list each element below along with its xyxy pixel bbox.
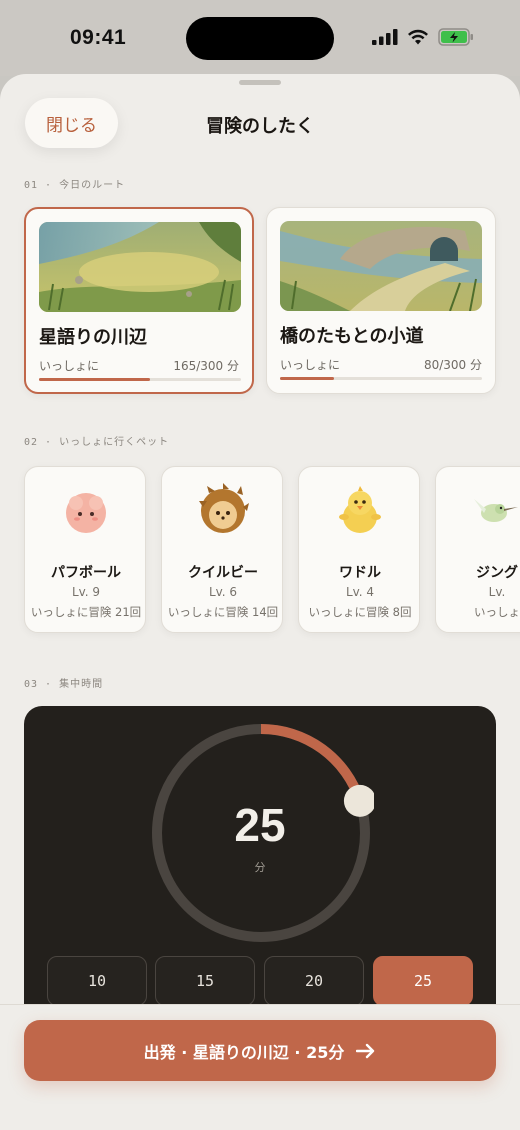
pet-card-quilbee[interactable]: クイルビー Lv. 6 いっしょに冒険 14回 (161, 466, 283, 633)
section-label-pet: 02 · いっしょに行くペット (24, 437, 170, 448)
pink-puffball-icon (66, 493, 106, 533)
route-progress-text: 165/300 分 (173, 359, 239, 373)
pet-level: Lv. (488, 585, 506, 599)
pet-level: Lv. 4 (345, 585, 375, 599)
section-label-focus: 03 · 集中時間 (24, 679, 104, 690)
cellular-signal-icon (372, 29, 398, 45)
start-button-label: 出発 · 星語りの川辺 · 25分 (143, 1042, 345, 1062)
pet-level: Lv. 9 (71, 585, 101, 599)
pet-card-puffball[interactable]: パフボール Lv. 9 いっしょに冒険 21回 (24, 466, 146, 633)
pet-name: パフボール (51, 565, 121, 581)
route-progress-fill (280, 377, 334, 380)
timer-dial-progress (260, 724, 365, 803)
focus-timer-panel: 25 分 10 15 20 25 (24, 706, 496, 1036)
pet-adventure-count: いっしょに冒険 8回 (308, 605, 412, 619)
route-progress-bar (39, 378, 241, 381)
hummingbird-icon (474, 499, 518, 522)
pet-adventure-count: いっしょ (474, 605, 520, 619)
pet-card-zing[interactable]: ジング Lv. いっしょ (435, 466, 520, 633)
battery-charging-icon (438, 28, 473, 46)
arrow-right-icon (356, 1043, 375, 1058)
route-card-bridge-path[interactable]: 橋のたもとの小道 いっしょに 80/300 分 (266, 207, 496, 394)
sheet-grabber[interactable] (239, 80, 281, 85)
route-progress-text: 80/300 分 (423, 358, 482, 372)
dynamic-island (186, 17, 334, 60)
yellow-chick-icon (339, 486, 381, 533)
route-companion: いっしょに (280, 358, 341, 372)
status-bar: 09:41 (0, 0, 520, 76)
section-label-route: 01 · 今日のルート (24, 180, 126, 191)
preset-20-button[interactable]: 20 (264, 956, 364, 1006)
pet-name: ジング (476, 565, 518, 581)
route-progress-fill (39, 378, 151, 381)
pet-name: クイルビー (188, 565, 258, 581)
adventure-prep-sheet: 閉じる 冒険のしたく 01 · 今日のルート 星語りの川辺 いっしょに 165/… (0, 74, 520, 1130)
route-name: 橋のたもとの小道 (280, 326, 424, 347)
pet-level: Lv. 6 (208, 585, 238, 599)
timer-value: 25 (234, 799, 286, 851)
page-title: 冒険のしたく (206, 116, 314, 137)
route-image-bridge-path (280, 221, 482, 311)
hedgehog-icon (199, 483, 249, 533)
pet-adventure-count: いっしょに冒険 14回 (167, 605, 279, 619)
status-icons (372, 28, 474, 46)
start-adventure-button[interactable]: 出発 · 星語りの川辺 · 25分 (24, 1020, 496, 1081)
route-name: 星語りの川辺 (39, 327, 147, 348)
bottom-action-bar: 出発 · 星語りの川辺 · 25分 (0, 1004, 520, 1130)
pet-name: ワドル (339, 565, 381, 581)
timer-unit: 分 (254, 861, 266, 874)
preset-25-button[interactable]: 25 (373, 956, 473, 1006)
pet-card-waddle[interactable]: ワドル Lv. 4 いっしょに冒険 8回 (298, 466, 420, 633)
preset-10-button[interactable]: 10 (47, 956, 147, 1006)
clock: 09:41 (70, 26, 127, 49)
route-progress-bar (280, 377, 482, 380)
wifi-icon (408, 29, 428, 45)
route-image-riverside (39, 222, 241, 312)
pet-adventure-count: いっしょに冒険 21回 (30, 605, 142, 619)
route-card-riverside[interactable]: 星語りの川辺 いっしょに 165/300 分 (24, 207, 254, 394)
route-companion: いっしょに (39, 359, 100, 373)
preset-15-button[interactable]: 15 (155, 956, 255, 1006)
